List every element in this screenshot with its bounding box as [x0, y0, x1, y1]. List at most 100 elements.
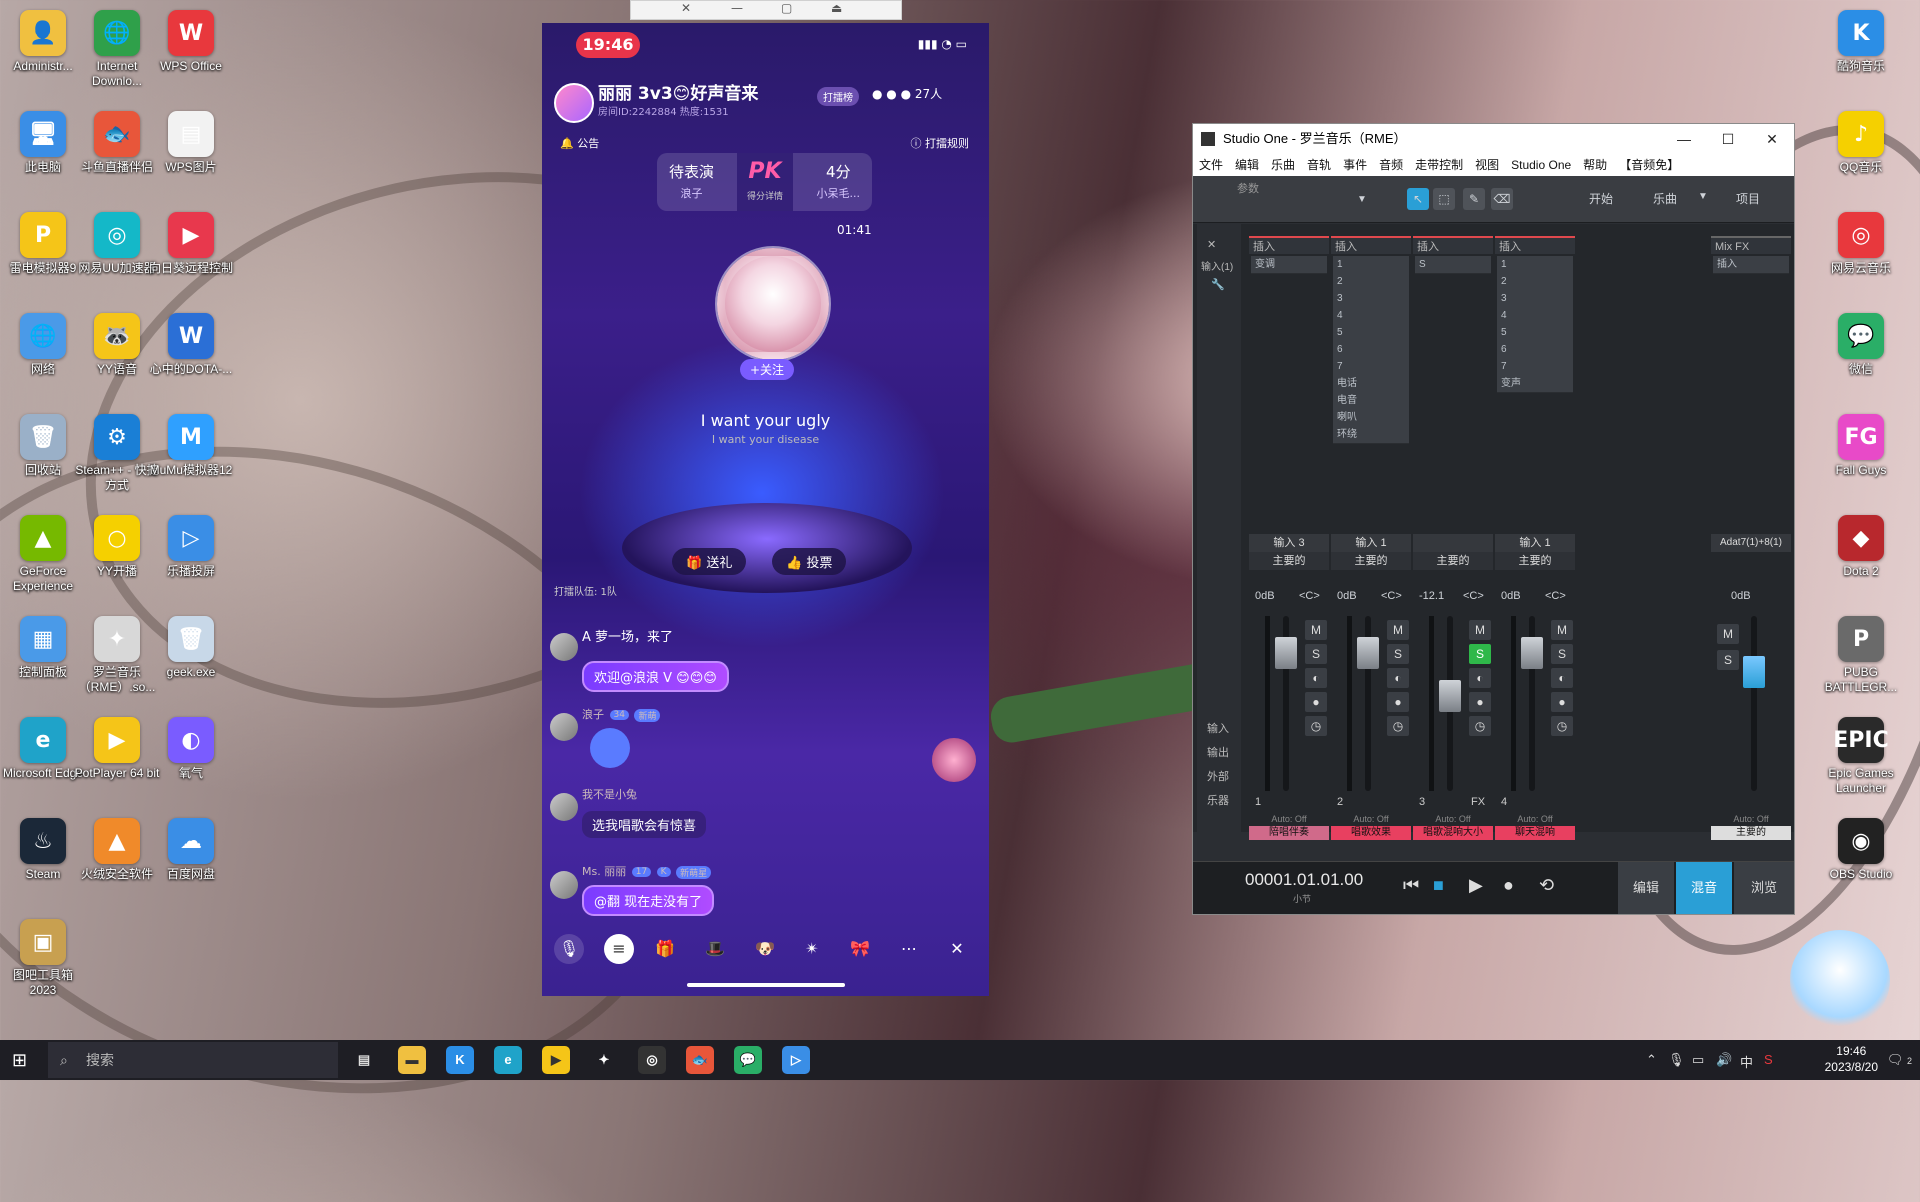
desktop-icon[interactable]: 🗑 geek.exe [148, 612, 234, 680]
menu-item[interactable]: 帮助 [1583, 158, 1607, 172]
menu-item[interactable]: 文件 [1199, 158, 1223, 172]
mute-button[interactable]: M [1469, 620, 1491, 640]
channel-fader[interactable] [1521, 637, 1543, 669]
view-browse-button[interactable]: 浏览 [1734, 862, 1794, 914]
menu-item[interactable]: 视图 [1475, 158, 1499, 172]
monitor-icon[interactable]: ◐ [1551, 668, 1573, 688]
chat-avatar[interactable] [550, 713, 578, 741]
close-icon[interactable]: ✕ [1207, 238, 1216, 251]
project-button[interactable]: 项目 [1736, 190, 1760, 207]
view-edit-button[interactable]: 编辑 [1618, 862, 1674, 914]
rank-button[interactable]: 打擂榜 [817, 87, 859, 106]
monitor-icon[interactable]: ◐ [1305, 668, 1327, 688]
automation-icon[interactable]: ◷ [1551, 716, 1573, 736]
insert-slot[interactable]: 4 [1497, 307, 1573, 325]
desktop-icon[interactable]: ▷ 乐播投屏 [148, 511, 234, 579]
song-dropdown-icon[interactable]: ▼ [1698, 191, 1708, 202]
mixfx-header[interactable]: Mix FX [1711, 236, 1791, 254]
mute-button[interactable]: M [1551, 620, 1573, 640]
desktop-icon[interactable]: ♪ QQ音乐 [1818, 107, 1904, 175]
tray-up-icon[interactable]: ⌃ [1646, 1052, 1657, 1068]
netease-uu-icon[interactable]: ◎ [638, 1046, 666, 1074]
search-box[interactable]: ⌕ 搜索 [48, 1042, 338, 1078]
desktop-icon[interactable]: ◉ OBS Studio [1818, 814, 1904, 882]
solo-button[interactable]: S [1551, 644, 1573, 664]
side-label-instrument[interactable]: 乐器 [1207, 792, 1229, 808]
gift-button[interactable]: 🎁 送礼 [672, 548, 747, 575]
singer-avatar[interactable] [717, 248, 829, 360]
channel-input[interactable] [1413, 534, 1493, 552]
desktop-icon[interactable]: K 酷狗音乐 [1818, 6, 1904, 74]
edge-icon[interactable]: e [494, 1046, 522, 1074]
taskbar-clock[interactable]: 19:46 2023/8/20 [1825, 1043, 1878, 1075]
menu-item[interactable]: 音轨 [1307, 158, 1331, 172]
transport-time[interactable]: 00001.01.01.00 [1245, 870, 1363, 890]
eraser-tool-icon[interactable]: ⌫ [1491, 188, 1513, 210]
insert-slot[interactable]: 变声 [1497, 375, 1573, 393]
insert-slot[interactable]: 5 [1497, 324, 1573, 342]
automation-icon[interactable]: ◷ [1469, 716, 1491, 736]
side-label-external[interactable]: 外部 [1207, 768, 1229, 784]
insert-slot[interactable]: 7 [1333, 358, 1409, 376]
close-button[interactable]: ✕ [1750, 124, 1794, 154]
channel-output[interactable]: 主要的 [1495, 552, 1575, 570]
arrow-tool-icon[interactable]: ↖ [1407, 188, 1429, 210]
desktop-icon[interactable]: W 心中的DOTA-... [148, 309, 234, 377]
wrench-icon[interactable]: 🔧 [1211, 278, 1225, 291]
minimize-button[interactable]: — [1662, 124, 1706, 154]
kugou-icon[interactable]: K [446, 1046, 474, 1074]
mixfx-output[interactable]: 主要的 [1711, 826, 1791, 840]
minimize-icon[interactable]: — [731, 1, 743, 15]
insert-header[interactable]: 插入 [1413, 236, 1493, 254]
automation-icon[interactable]: ◷ [1387, 716, 1409, 736]
solo-button[interactable]: S [1469, 644, 1491, 664]
channel-output[interactable]: 主要的 [1413, 552, 1493, 570]
online-count[interactable]: ● ● ● 27人 [872, 85, 942, 102]
mixfx-fader-track[interactable] [1751, 616, 1757, 791]
maximize-button[interactable]: ☐ [1706, 124, 1750, 154]
desktop-icon[interactable]: 💬 微信 [1818, 309, 1904, 377]
mixfx-volume[interactable]: 0dB [1731, 590, 1751, 602]
channel-auto[interactable]: Auto: Off [1249, 814, 1329, 824]
range-tool-icon[interactable]: ⬚ [1433, 188, 1455, 210]
chat-icon[interactable]: ≡ [604, 934, 634, 964]
pk-details-button[interactable]: PK 得分详情 [737, 153, 793, 211]
channel-input[interactable]: 输入 1 [1495, 534, 1575, 552]
douyu-icon[interactable]: 🐟 [686, 1046, 714, 1074]
stop-icon[interactable]: ■ [1433, 875, 1444, 896]
view-mix-button[interactable]: 混音 [1676, 862, 1732, 914]
channel-pan[interactable]: <C> [1299, 590, 1320, 602]
menu-item[interactable]: 事件 [1343, 158, 1367, 172]
insert-slot[interactable]: 3 [1333, 290, 1409, 308]
eject-icon[interactable]: ⏏ [831, 1, 842, 15]
desktop-icon[interactable]: ▤ WPS图片 [148, 107, 234, 175]
insert-slot[interactable]: 环绕 [1333, 426, 1409, 444]
record-arm-icon[interactable]: ● [1305, 692, 1327, 712]
insert-header[interactable]: 插入 [1249, 236, 1329, 254]
rewind-icon[interactable]: ⏮ [1403, 875, 1419, 896]
loop-icon[interactable]: ⟲ [1539, 875, 1554, 896]
insert-slot[interactable]: 电话 [1333, 375, 1409, 393]
mic-off-icon[interactable]: 🎙 [554, 934, 584, 964]
monitor-icon[interactable]: ◐ [1469, 668, 1491, 688]
record-arm-icon[interactable]: ● [1387, 692, 1409, 712]
fx-label[interactable]: FX [1471, 796, 1485, 808]
channel-auto[interactable]: Auto: Off [1413, 814, 1493, 824]
channel-pan[interactable]: <C> [1463, 590, 1484, 602]
solo-button[interactable]: S [1717, 650, 1739, 670]
insert-slot[interactable]: 1 [1497, 256, 1573, 274]
channel-input[interactable]: 输入 3 [1249, 534, 1329, 552]
channel-fader[interactable] [1439, 680, 1461, 712]
windows-start-icon[interactable]: ⊞ [12, 1050, 27, 1071]
monitor-icon[interactable]: ◐ [1387, 668, 1409, 688]
rotate-icon[interactable]: ▢ [781, 1, 792, 15]
notice-button[interactable]: 🔔 公告 [560, 135, 599, 151]
insert-slot[interactable]: 喇叭 [1333, 409, 1409, 427]
menu-item[interactable]: 走带控制 [1415, 158, 1463, 172]
desktop-icon[interactable]: EPIC Epic Games Launcher [1818, 713, 1904, 796]
channel-volume[interactable]: 0dB [1255, 590, 1275, 602]
solo-button[interactable]: S [1305, 644, 1327, 664]
mixfx-insert-slot[interactable]: 插入 [1713, 256, 1789, 274]
menu-item[interactable]: 【音频免】 [1619, 158, 1679, 172]
channel-name[interactable]: 聊天混响 [1495, 826, 1575, 840]
